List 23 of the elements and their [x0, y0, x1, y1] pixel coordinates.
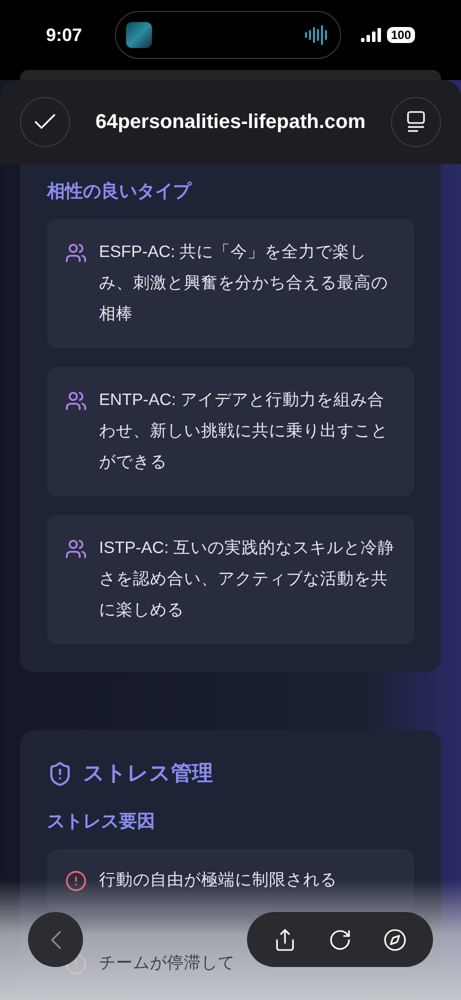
section-title: ストレス要因 — [47, 810, 156, 832]
compatibility-text: ENTP-AC: アイデアと行動力を組み合わせ、新しい挑戦に共に乗り出すことができる — [99, 390, 389, 473]
stress-text: チームが停滞して — [99, 953, 235, 974]
reload-icon[interactable] — [328, 928, 352, 952]
people-icon — [65, 390, 87, 412]
status-time: 9:07 — [46, 24, 84, 46]
url-text[interactable]: 64personalities-lifepath.com — [95, 107, 366, 137]
people-icon — [65, 242, 87, 264]
done-button[interactable] — [20, 97, 70, 147]
section-title: 相性の良いタイプ — [47, 180, 193, 203]
compatibility-text: ESFP-AC: 共に「今」を全力で楽しみ、刺激と興奮を分かち合える最高の相棒 — [99, 242, 389, 325]
album-art-icon — [126, 22, 152, 48]
compatibility-text: ISTP-AC: 互いの実践的なスキルと冷静さを認め合い、アクティブな活動を共に楽しめる — [99, 538, 396, 621]
tabs-button[interactable] — [390, 97, 441, 147]
section-heading: ストレス管理 — [83, 761, 213, 787]
stress-text: 行動の自由が極端に制限される — [99, 870, 337, 892]
battery-indicator: 100 — [386, 27, 415, 43]
tabs-icon — [406, 111, 426, 133]
back-icon — [50, 930, 60, 948]
signal-icon — [360, 28, 381, 42]
alert-icon — [65, 870, 87, 892]
people-icon — [65, 538, 87, 560]
compass-icon[interactable] — [383, 928, 408, 952]
